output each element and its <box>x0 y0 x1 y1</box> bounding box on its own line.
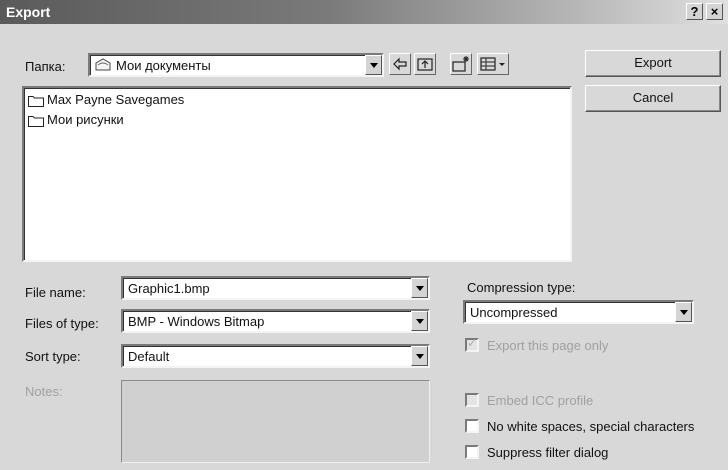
cancel-button[interactable]: Cancel <box>585 85 721 112</box>
compression-type-label: Compression type: <box>467 280 576 295</box>
compression-type-select[interactable]: Uncompressed <box>463 300 694 324</box>
files-of-type-select[interactable]: BMP - Windows Bitmap <box>121 309 430 333</box>
back-icon[interactable] <box>389 53 411 75</box>
file-name-value: Graphic1.bmp <box>128 281 210 296</box>
no-white-spaces-checkbox[interactable] <box>465 419 479 433</box>
folder-icon <box>28 95 44 107</box>
folder-icon <box>28 115 44 127</box>
check-icon: ✓ <box>467 336 478 350</box>
my-documents-icon <box>94 57 112 76</box>
suppress-filter-checkbox[interactable] <box>465 445 479 459</box>
file-name-label: File name: <box>25 285 86 300</box>
embed-icc-checkbox[interactable] <box>465 393 479 407</box>
export-page-only-checkbox[interactable]: ✓ <box>465 336 479 352</box>
chevron-down-icon[interactable] <box>411 278 428 298</box>
chevron-down-icon[interactable] <box>411 346 428 366</box>
list-item-label: Мои рисунки <box>47 112 124 127</box>
suppress-filter-label: Suppress filter dialog <box>487 445 609 460</box>
files-of-type-label: Files of type: <box>25 316 99 331</box>
export-button[interactable]: Export <box>585 50 721 77</box>
sort-type-value: Default <box>128 349 170 364</box>
no-white-spaces-label: No white spaces, special characters <box>487 419 695 434</box>
notes-label: Notes: <box>25 384 63 399</box>
embed-icc-label: Embed ICC profile <box>487 393 594 408</box>
compression-type-value: Uncompressed <box>470 305 558 320</box>
folder-label: Папка: <box>25 59 66 74</box>
export-page-only-label: Export this page only <box>487 338 609 353</box>
files-of-type-value: BMP - Windows Bitmap <box>128 314 265 329</box>
close-button[interactable]: × <box>706 3 723 20</box>
window-title: Export <box>6 4 51 20</box>
list-item-label: Max Payne Savegames <box>47 92 185 107</box>
chevron-down-icon[interactable] <box>365 55 382 75</box>
notes-area <box>121 380 430 463</box>
file-list[interactable]: Max Payne Savegames Мои рисунки <box>22 86 572 262</box>
new-folder-icon[interactable] <box>450 53 472 75</box>
view-menu-icon[interactable] <box>477 53 509 75</box>
folder-combo-value: Мои документы <box>116 58 211 73</box>
file-name-field[interactable]: Graphic1.bmp <box>121 276 430 300</box>
sort-type-select[interactable]: Default <box>121 344 430 368</box>
title-bar: Export ? × <box>0 0 728 24</box>
chevron-down-icon[interactable] <box>411 311 428 331</box>
sort-type-label: Sort type: <box>25 349 81 364</box>
chevron-down-icon[interactable] <box>675 302 692 322</box>
up-folder-icon[interactable] <box>414 53 436 75</box>
help-button[interactable]: ? <box>686 3 703 20</box>
folder-combo[interactable]: Мои документы <box>88 53 384 77</box>
